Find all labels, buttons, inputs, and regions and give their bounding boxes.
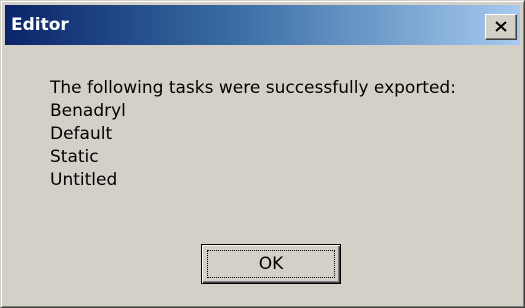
export-dialog: Editor The following tasks were successf…	[0, 0, 525, 308]
task-item-static: Static	[50, 147, 99, 167]
message-area: The following tasks were successfully ex…	[50, 77, 456, 192]
task-item-untitled: Untitled	[50, 170, 118, 190]
window-title: Editor	[11, 15, 69, 35]
ok-button[interactable]: OK	[201, 244, 341, 284]
title-bar[interactable]: Editor	[5, 5, 520, 45]
close-icon	[495, 21, 507, 32]
task-item-default: Default	[50, 124, 113, 144]
close-button[interactable]	[485, 14, 517, 40]
message-heading: The following tasks were successfully ex…	[50, 78, 456, 98]
task-item-benadryl: Benadryl	[50, 101, 126, 121]
ok-button-label: OK	[258, 254, 284, 274]
